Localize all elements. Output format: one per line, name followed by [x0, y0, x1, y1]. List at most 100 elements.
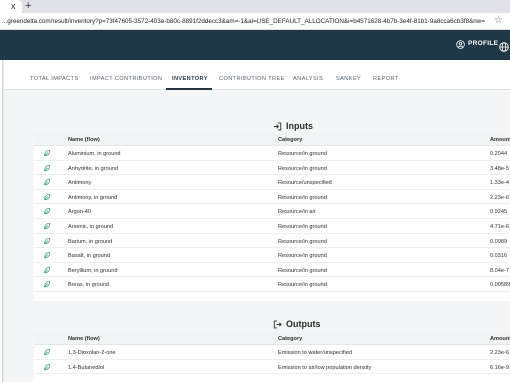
flow-amount: 2.23e-6 [490, 350, 509, 356]
flow-category: Resource/in air [278, 209, 316, 216]
outputs-heading: Outputs [273, 318, 321, 330]
main-content: TOTAL IMPACTS IMPACT CONTRIBUTION INVENT… [4, 60, 510, 382]
flow-name: Aluminium, in ground [68, 151, 121, 157]
flow-name: 1,4-Butanediol [68, 364, 105, 371]
language-button[interactable] [499, 39, 509, 57]
leaf-icon [44, 281, 51, 288]
leaf-icon [44, 208, 51, 215]
leaf-icon [44, 251, 51, 259]
leaf-icon [44, 363, 51, 370]
section-spacer [34, 301, 510, 330]
flow-category: Resource/in ground [278, 282, 327, 289]
leaf-icon [44, 193, 51, 200]
flow-name: Barium, in ground [68, 238, 113, 245]
flow-category: Resource/in ground [278, 151, 327, 157]
logout-arrow-icon [273, 320, 282, 328]
leaf-icon [44, 348, 51, 356]
tab-sankey[interactable]: SANKEY [336, 75, 361, 83]
table-row[interactable]: Barium, in ground Resource/in ground 0.098… [34, 234, 510, 249]
flow-category: Resource/in ground [278, 194, 327, 201]
globe-icon [499, 42, 509, 52]
flow-category: Emission to water/unspecified [278, 350, 352, 356]
inputs-title: Inputs [286, 121, 313, 131]
flow-amount: 0.00589 [490, 282, 510, 289]
left-panel-edge [0, 60, 3, 382]
outputs-title: Outputs [286, 319, 321, 329]
login-arrow-icon [273, 122, 282, 130]
active-tab-indicator [166, 88, 212, 90]
column-header-amount[interactable]: Amount [490, 335, 510, 343]
outputs-table-body: 1,3-Dioxolan-2-one Emission to water/unsp… [34, 345, 510, 375]
profile-button[interactable]: PROFILE [456, 39, 498, 49]
flow-category: Emission to air/low population density [278, 364, 372, 371]
tab-total-impacts[interactable]: TOTAL IMPACTS [30, 75, 79, 83]
table-row[interactable]: Arsenic, in ground Resource/in ground 4.71… [34, 219, 510, 234]
flow-category: Resource/in ground [278, 267, 327, 274]
column-header-amount[interactable]: Amount [490, 136, 510, 144]
leaf-icon [44, 222, 51, 230]
flow-amount: 0.0989 [490, 238, 508, 245]
bookmark-star-icon[interactable]: ☆ [494, 15, 503, 27]
leaf-icon [44, 179, 51, 186]
inputs-table-header: Name (flow) Category Amount [34, 133, 510, 146]
flow-name: Anhydrite, in ground [68, 165, 119, 172]
column-header-category[interactable]: Category [278, 335, 302, 343]
flow-amount: 4.71e-6 [490, 223, 509, 230]
inputs-table: Name (flow) Category Amount Aluminium, i… [34, 133, 510, 301]
flow-name: Antimony [68, 180, 92, 187]
url-text[interactable]: ...greendelta.com/result/inventory?p=73f… [2, 16, 487, 27]
table-row[interactable]: Anhydrite, in ground Resource/in ground 3.… [34, 161, 510, 176]
table-row[interactable]: Antimony Resource/unspecified 1.33e-4 [34, 175, 510, 190]
flow-category: Resource/in ground [278, 223, 327, 230]
flow-category: Resource/unspecified [278, 180, 332, 187]
column-header-name[interactable]: Name (flow) [68, 136, 100, 144]
table-row[interactable]: 1,4-Butanediol Emission to air/low popula… [34, 360, 510, 375]
table-row[interactable]: 1,3-Dioxolan-2-one Emission to water/unsp… [34, 345, 510, 360]
table-row[interactable]: Aluminium, in ground Resource/in ground 0.… [34, 146, 510, 161]
tab-inventory[interactable]: INVENTORY [172, 75, 208, 83]
table-row[interactable]: Beryllium, in ground Resource/in ground 8.… [34, 263, 510, 278]
flow-amount: 0.9245 [490, 209, 508, 216]
flow-amount: 1.33e-4 [490, 180, 509, 187]
browser-tab-strip: x + [0, 0, 510, 13]
table-row[interactable]: Borax, in ground Resource/in ground 0.0058… [34, 277, 510, 292]
flow-name: Beryllium, in ground [68, 267, 118, 274]
flow-amount: 8.04e-7 [490, 267, 509, 274]
tab-report[interactable]: REPORT [373, 75, 399, 83]
flow-name: Basalt, in ground [68, 253, 110, 260]
flow-amount: 2.23e-6 [490, 194, 509, 201]
table-row[interactable]: Argon-40 Resource/in air 0.9245 [34, 204, 510, 219]
flow-name: Argon-40 [68, 209, 92, 216]
column-header-category[interactable]: Category [278, 136, 302, 144]
profile-label: PROFILE [468, 40, 499, 47]
outputs-table-header: Name (flow) Category Amount [34, 332, 510, 345]
table-row[interactable]: Basalt, in ground Resource/in ground 0.031… [34, 248, 510, 263]
app-header: PROFILE [0, 30, 510, 60]
flow-amount: 0.2044 [490, 151, 508, 157]
tab-contribution-tree[interactable]: CONTRIBUTION TREE [219, 75, 285, 83]
close-tab-icon[interactable]: x [11, 1, 16, 12]
flow-amount: 6.16e-9 [490, 364, 509, 371]
flow-category: Resource/in ground [278, 253, 327, 260]
browser-tab[interactable]: x [0, 0, 22, 13]
tab-impact-contribution[interactable]: IMPACT CONTRIBUTION [90, 75, 162, 83]
column-header-name[interactable]: Name (flow) [68, 335, 100, 343]
flow-amount: 3.48e-5 [490, 165, 509, 172]
new-tab-button[interactable]: + [25, 0, 31, 12]
flow-name: Arsenic, in ground [68, 223, 114, 230]
leaf-icon [44, 164, 51, 171]
user-circle-icon [456, 39, 465, 49]
leaf-icon [44, 149, 51, 157]
address-bar[interactable]: ...greendelta.com/result/inventory?p=73f… [0, 13, 510, 30]
outputs-table: Name (flow) Category Amount 1,3-Dioxolan… [34, 332, 510, 382]
inputs-heading: Inputs [273, 120, 313, 132]
flow-amount: 0.0316 [490, 253, 508, 260]
tab-analysis[interactable]: ANALYSIS [293, 75, 323, 83]
flow-name: Antimony, in ground [68, 194, 118, 201]
inputs-table-body: Aluminium, in ground Resource/in ground 0.… [34, 146, 510, 292]
table-row[interactable]: Antimony, in ground Resource/in ground 2.2… [34, 190, 510, 205]
leaf-icon [44, 237, 51, 244]
flow-category: Resource/in ground [278, 165, 327, 172]
flow-category: Resource/in ground [278, 238, 327, 245]
flow-name: 1,3-Dioxolan-2-one [68, 350, 116, 356]
